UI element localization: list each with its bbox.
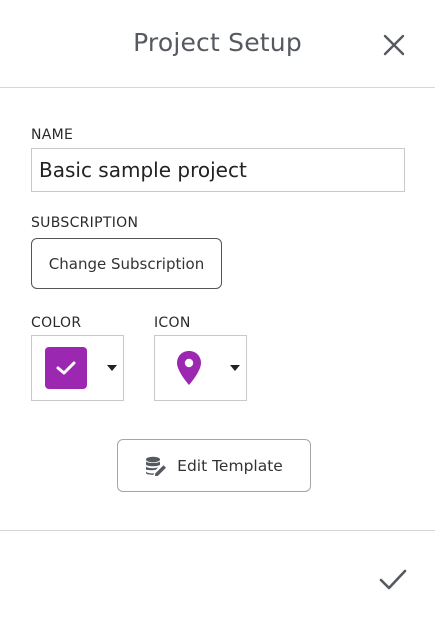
confirm-button[interactable] [376, 565, 410, 595]
change-subscription-button[interactable]: Change Subscription [31, 238, 222, 289]
dialog-title: Project Setup [133, 28, 302, 57]
color-picker[interactable] [31, 335, 124, 401]
map-pin-icon [177, 351, 201, 385]
color-swatch [45, 347, 87, 389]
chevron-down-icon [230, 365, 240, 371]
dialog-footer [0, 530, 435, 618]
project-name-input[interactable] [31, 148, 405, 192]
checkmark-icon [379, 569, 407, 590]
edit-template-label: Edit Template [177, 456, 283, 475]
icon-label: ICON [154, 315, 191, 331]
chevron-down-icon [107, 365, 117, 371]
database-edit-icon [146, 456, 167, 476]
edit-template-button[interactable]: Edit Template [117, 439, 311, 492]
close-icon [383, 34, 405, 56]
name-label: NAME [31, 127, 74, 143]
project-setup-dialog: Project Setup NAME SUBSCRIPTION Change S… [0, 0, 435, 618]
subscription-label: SUBSCRIPTION [31, 215, 139, 231]
color-label: COLOR [31, 315, 82, 331]
check-icon [56, 361, 76, 375]
close-button[interactable] [378, 30, 410, 60]
dialog-header: Project Setup [0, 0, 435, 88]
icon-picker[interactable] [154, 335, 247, 401]
